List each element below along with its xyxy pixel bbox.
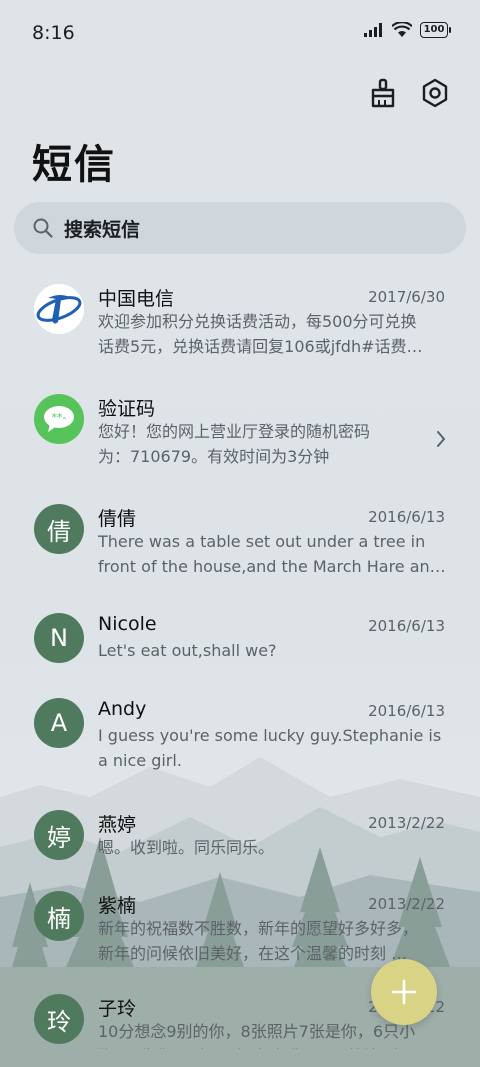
conversation-preview-line1: 嗯。收到啦。同乐同乐。 — [98, 838, 275, 857]
conversation-name: Nicole — [98, 613, 157, 635]
conversation-preview-line2: 为：710679。有效时间为3分钟 — [98, 447, 330, 466]
gear-icon — [422, 78, 448, 108]
conversation-date: 2016/6/13 — [368, 508, 445, 526]
chat-bubble-avatar: **- — [34, 394, 84, 444]
conversation-item-verification-code[interactable]: **- 验证码 您好！您的网上营业厅登录的随机密码 为：710679。有效时间为… — [0, 372, 480, 482]
avatar: 倩 — [34, 504, 84, 554]
status-icons: 100 — [364, 22, 451, 38]
chevron-right-icon — [437, 431, 446, 447]
conversation-name: 燕婷 — [98, 814, 137, 836]
chat-bubble-icon: **- — [44, 406, 74, 432]
conversation-item-china-telecom[interactable]: 中国电信 2017/6/30 欢迎参加积分兑换话费活动，每500分可兑换 话费5… — [0, 262, 480, 372]
avatar: 婷 — [34, 810, 84, 860]
conversation-item-andy[interactable]: A Andy 2016/6/13 I guess you're some luc… — [0, 678, 480, 788]
search-placeholder: 搜索短信 — [64, 218, 141, 241]
broom-icon — [371, 78, 395, 108]
avatar: 玲 — [34, 994, 84, 1044]
conversation-list: 中国电信 2017/6/30 欢迎参加积分兑换话费活动，每500分可兑换 话费5… — [0, 262, 480, 1062]
conversation-date: 2016/6/13 — [368, 617, 445, 635]
conversation-preview-line1: There was a table set out under a tree i… — [98, 532, 426, 551]
conversation-preview-line2: 话费5元，兑换话费请回复106或jfdh#话费… — [98, 337, 423, 356]
page-title: 短信 — [32, 142, 116, 188]
conversation-preview-line1: 欢迎参加积分兑换话费活动，每500分可兑换 — [98, 312, 417, 331]
wifi-icon — [392, 22, 412, 37]
conversation-name: 子玲 — [98, 998, 137, 1020]
conversation-preview-line2: 狗5只像你，4根骨头3根归你，2爪着地1定 — [98, 1044, 448, 1049]
conversation-preview-line1: 您好！您的网上营业厅登录的随机密码 — [98, 422, 371, 441]
conversation-date: 2016/6/13 — [368, 702, 445, 720]
conversation-name: 验证码 — [98, 398, 156, 420]
search-icon — [33, 218, 53, 238]
conversation-name: 中国电信 — [98, 288, 175, 310]
conversation-name: Andy — [98, 698, 147, 720]
clean-button[interactable] — [366, 76, 400, 110]
plus-icon — [391, 979, 417, 1005]
avatar: 楠 — [34, 891, 84, 941]
conversation-item-nicole[interactable]: N Nicole 2016/6/13 Let's eat out,shall w… — [0, 592, 480, 678]
battery-icon: 100 — [420, 22, 451, 38]
china-telecom-logo-icon — [35, 285, 83, 333]
conversation-preview-line2: a nice girl. — [98, 751, 182, 770]
conversation-date: 2017/6/30 — [368, 288, 445, 306]
conversation-date: 2013/2/22 — [368, 895, 445, 913]
conversation-name: 倩倩 — [98, 508, 137, 530]
conversation-preview-line1: I guess you're some lucky guy.Stephanie … — [98, 726, 442, 745]
svg-text:**-: **- — [52, 411, 67, 424]
settings-button[interactable] — [418, 76, 452, 110]
conversation-name: 紫楠 — [98, 895, 137, 917]
conversation-preview-line1: Let's eat out,shall we? — [98, 641, 277, 660]
conversation-item-qianqian[interactable]: 倩 倩倩 2016/6/13 There was a table set out… — [0, 482, 480, 592]
conversation-preview-line2: front of the house,and the March Hare an… — [98, 557, 446, 576]
search-bar[interactable]: 搜索短信 — [14, 202, 466, 254]
avatar: A — [34, 698, 84, 748]
new-message-button[interactable] — [371, 959, 437, 1025]
toolbar — [366, 76, 452, 110]
status-bar: 8:16 100 — [0, 0, 480, 68]
conversation-date: 2013/2/22 — [368, 814, 445, 832]
avatar: N — [34, 613, 84, 663]
signal-icon — [364, 23, 382, 37]
conversation-preview-line1: 新年的祝福数不胜数，新年的愿望好多好多， — [98, 919, 419, 938]
conversation-item-yanting[interactable]: 婷 燕婷 2013/2/22 嗯。收到啦。同乐同乐。 — [0, 788, 480, 874]
china-telecom-logo — [34, 284, 84, 334]
status-time: 8:16 — [32, 22, 75, 44]
